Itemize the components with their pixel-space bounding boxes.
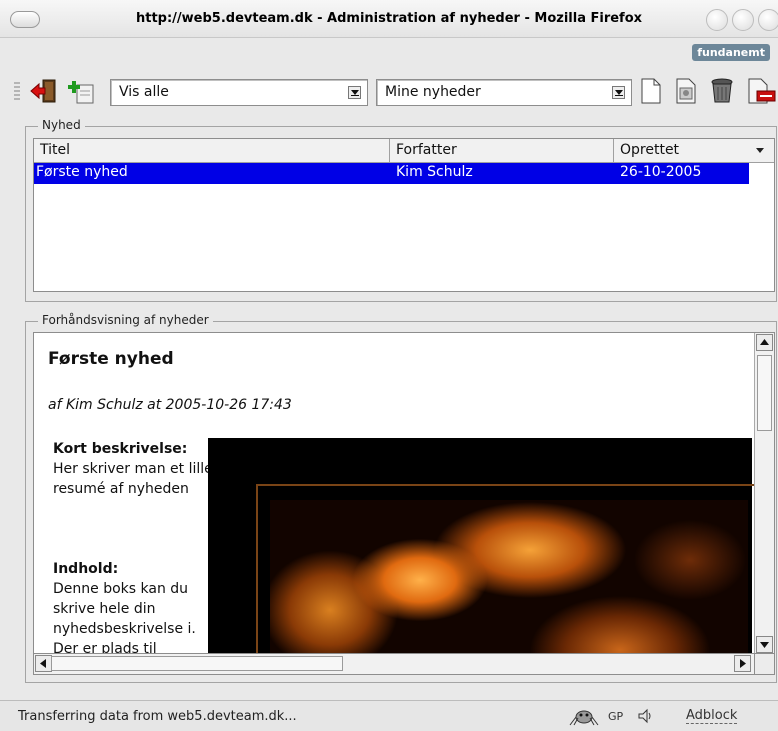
- adblock-link[interactable]: Adblock: [686, 708, 738, 724]
- preview-byline: af Kim Schulz at 2005-10-26 17:43: [48, 397, 292, 413]
- preview-short: Kort beskrivelse: Her skriver man et lil…: [53, 439, 213, 499]
- brand-logo: fundanemt: [692, 44, 770, 61]
- minimize-button[interactable]: [706, 9, 728, 31]
- filter-dropdown-icon[interactable]: [348, 86, 361, 99]
- table-row[interactable]: Første nyhed Kim Schulz 26-10-2005: [34, 163, 749, 184]
- window-titlebar[interactable]: http://web5.devteam.dk - Administration …: [0, 0, 778, 38]
- trash-icon[interactable]: [706, 76, 738, 106]
- window-title: http://web5.devteam.dk - Administration …: [135, 11, 643, 26]
- filter-select[interactable]: Vis alle: [110, 79, 368, 106]
- preview-content: Indhold: Denne boks kan du skrive hele d…: [53, 559, 213, 654]
- scroll-down-button[interactable]: [756, 636, 773, 653]
- scroll-corner: [755, 654, 775, 675]
- status-text: Transferring data from web5.devteam.dk..…: [18, 709, 297, 724]
- news-preview[interactable]: Første nyhed af Kim Schulz at 2005-10-26…: [33, 332, 775, 654]
- preview-short-label: Kort beskrivelse:: [53, 441, 188, 457]
- edit-icon[interactable]: [670, 76, 702, 106]
- news-group-legend: Nyhed: [38, 118, 85, 132]
- horizontal-scrollbar[interactable]: [33, 654, 755, 675]
- toolbar-grip[interactable]: [14, 82, 20, 102]
- news-list[interactable]: Titel Forfatter Oprettet Første nyhed Ki…: [33, 138, 775, 292]
- brand-strip: fundanemt: [0, 38, 778, 66]
- scroll-left-button[interactable]: [35, 655, 52, 672]
- preview-group-legend: Forhåndsvisning af nyheder: [38, 313, 213, 327]
- news-select-value: Mine nyheder: [385, 84, 481, 100]
- news-dropdown-icon[interactable]: [612, 86, 625, 99]
- close-button[interactable]: [758, 9, 778, 31]
- logout-icon[interactable]: [28, 76, 60, 106]
- add-icon[interactable]: [66, 76, 98, 106]
- horizontal-scroll-thumb[interactable]: [51, 656, 343, 671]
- row-author: Kim Schulz: [396, 164, 473, 180]
- row-created: 26-10-2005: [620, 164, 702, 180]
- vertical-scroll-thumb[interactable]: [757, 355, 772, 431]
- maximize-button[interactable]: [732, 9, 754, 31]
- vertical-scrollbar[interactable]: [754, 333, 774, 653]
- status-bar: Transferring data from web5.devteam.dk..…: [0, 700, 778, 731]
- preview-image: [208, 438, 756, 653]
- filter-select-value: Vis alle: [119, 84, 169, 100]
- delete-icon[interactable]: [744, 76, 778, 106]
- sort-down-icon[interactable]: [756, 148, 764, 153]
- spider-icon[interactable]: [566, 705, 602, 731]
- toolbar: Vis alle Mine nyheder: [0, 66, 778, 114]
- preview-content-text: Denne boks kan du skrive hele din nyheds…: [53, 581, 196, 654]
- news-select[interactable]: Mine nyheder: [376, 79, 632, 106]
- scroll-right-button[interactable]: [734, 655, 751, 672]
- new-document-icon[interactable]: [634, 76, 666, 106]
- fire-image: [270, 500, 748, 653]
- preview-content-label: Indhold:: [53, 561, 119, 577]
- gp-indicator[interactable]: GP: [608, 710, 623, 723]
- speaker-icon[interactable]: [636, 708, 654, 728]
- preview-short-text: Her skriver man et lille resumé af nyhed…: [53, 461, 213, 497]
- column-header-created-label: Oprettet: [620, 142, 680, 158]
- preview-title: Første nyhed: [48, 349, 174, 369]
- column-header-author[interactable]: Forfatter: [390, 139, 614, 163]
- column-header-created[interactable]: Oprettet: [614, 139, 774, 163]
- scroll-up-button[interactable]: [756, 334, 773, 351]
- row-title: Første nyhed: [36, 164, 128, 180]
- column-header-title[interactable]: Titel: [34, 139, 390, 163]
